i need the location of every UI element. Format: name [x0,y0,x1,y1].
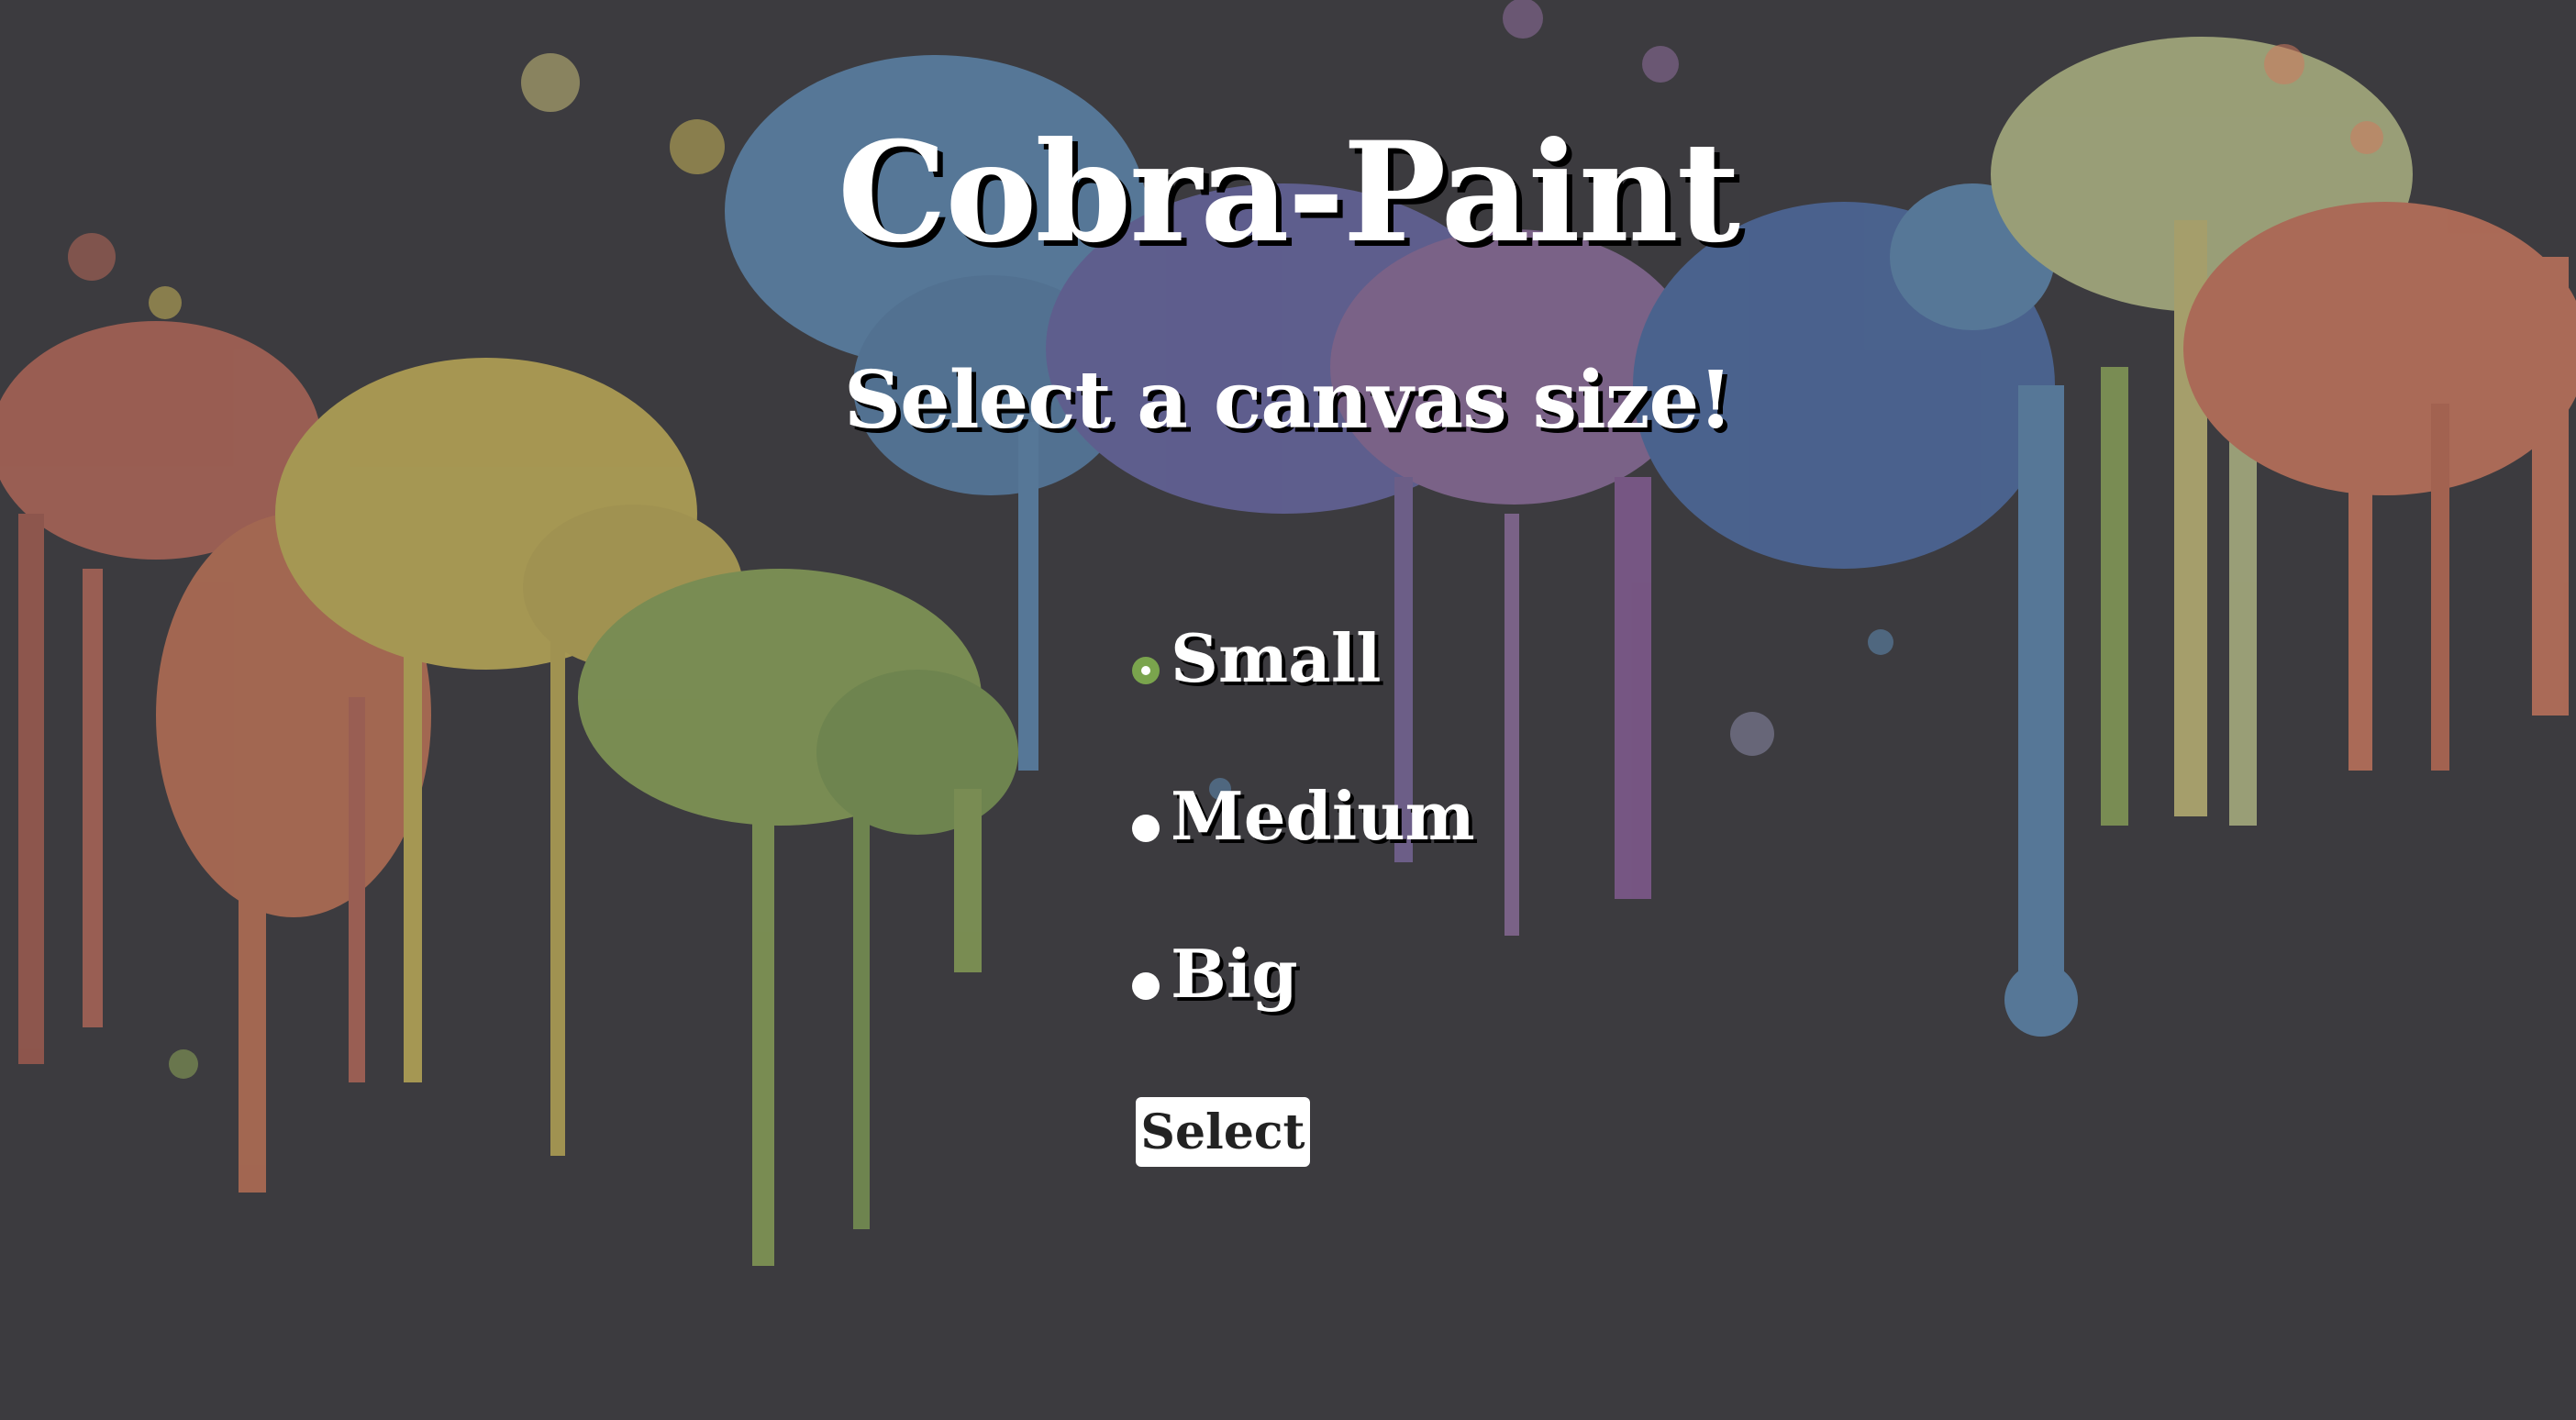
page-subtitle: Select a canvas size! [844,354,1733,447]
radio-button-small[interactable] [1132,657,1160,684]
app-title: Cobra-Paint [837,112,1740,273]
radio-button-medium[interactable] [1132,815,1160,842]
radio-label-small: Small [1171,619,1382,697]
radio-label-medium: Medium [1171,777,1475,855]
radio-option-big[interactable]: Big [1132,928,1298,1020]
select-button[interactable]: Select [1136,1097,1310,1167]
radio-label-big: Big [1171,935,1298,1013]
radio-option-small[interactable]: Small [1132,613,1382,704]
radio-option-medium[interactable]: Medium [1132,771,1475,862]
radio-button-big[interactable] [1132,972,1160,1000]
